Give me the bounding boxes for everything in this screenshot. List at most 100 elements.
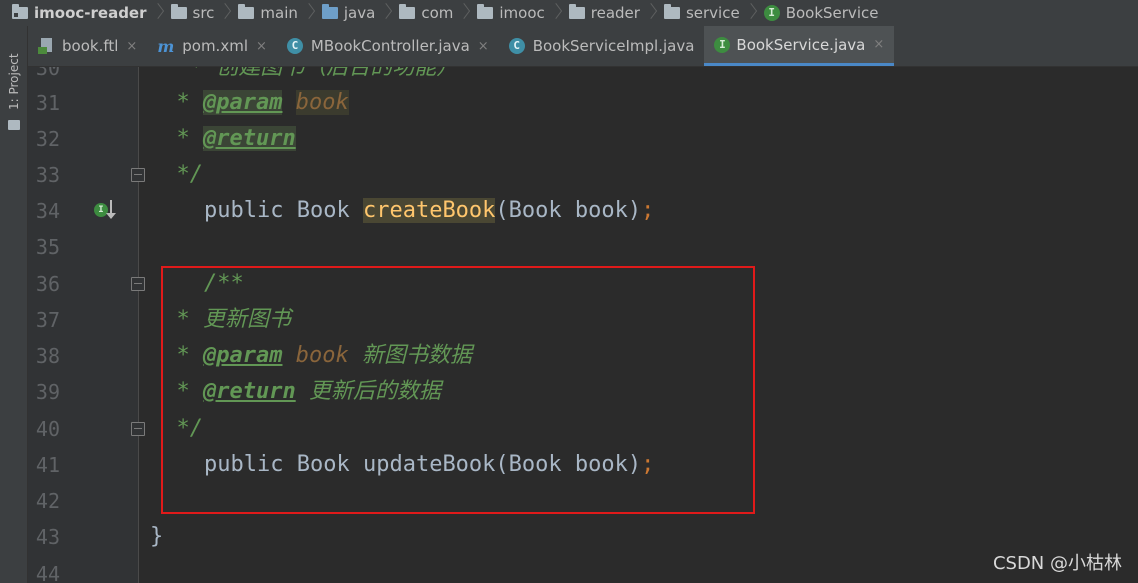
breadcrumb-label: BookService xyxy=(785,4,879,22)
method-name: updateBook xyxy=(362,452,496,477)
breadcrumb-item-imooc[interactable]: imooc xyxy=(471,0,562,26)
code-line: 31 * @param book xyxy=(28,85,1138,121)
tab-mbookcontroller[interactable]: C MBookController.java × xyxy=(277,26,499,66)
breadcrumb-item-reader[interactable]: reader xyxy=(563,0,658,26)
fold-marker-icon[interactable] xyxy=(131,422,145,436)
keyword: public xyxy=(204,452,284,477)
class-icon: C xyxy=(286,38,303,54)
breadcrumb-item-service[interactable]: service xyxy=(658,0,758,26)
watermark: CSDN @小枯林 xyxy=(992,553,1122,574)
breadcrumb-item-java[interactable]: java xyxy=(316,0,393,26)
line-number: 40 xyxy=(35,417,60,441)
line-number: 42 xyxy=(35,489,60,513)
breadcrumb-item-project[interactable]: imooc-reader xyxy=(0,0,165,26)
code-line: 42 xyxy=(28,483,1138,519)
breadcrumb-label: src xyxy=(192,4,215,22)
line-number: 37 xyxy=(35,308,60,332)
close-icon[interactable]: × xyxy=(478,39,489,54)
tab-label: pom.xml xyxy=(182,37,248,55)
javadoc-tag: @return xyxy=(202,126,296,151)
breadcrumb-item-main[interactable]: main xyxy=(232,0,315,26)
doc-comment-text: 更新后的数据 xyxy=(295,379,441,404)
doc-comment-start: /** xyxy=(204,271,244,296)
class-icon: C xyxy=(508,38,525,54)
package-icon xyxy=(399,4,416,19)
code-line: 43 } xyxy=(28,519,1138,555)
code-line: 40 */ xyxy=(28,411,1138,447)
interface-icon: I xyxy=(714,36,731,53)
project-tool-window-button[interactable]: 1: Project xyxy=(3,36,25,146)
doc-comment-end: */ xyxy=(150,162,203,187)
breadcrumb-label: imooc xyxy=(499,4,545,22)
tab-label: BookService.java xyxy=(736,35,866,54)
doc-comment-star: * xyxy=(150,343,203,368)
line-number: 44 xyxy=(35,562,60,583)
line-number: 35 xyxy=(35,235,60,259)
implemented-method-icon[interactable]: I xyxy=(94,200,118,222)
doc-comment-end: */ xyxy=(150,416,203,441)
code-line: 44 xyxy=(28,556,1138,583)
breadcrumb-separator-icon xyxy=(304,0,312,26)
doc-comment-star: * xyxy=(150,126,203,151)
breadcrumb-separator-icon xyxy=(153,0,161,26)
folder-icon xyxy=(238,4,255,19)
doc-comment-star: * xyxy=(150,90,203,115)
line-number: 39 xyxy=(35,380,60,404)
package-icon xyxy=(477,4,494,19)
code-line: 32 * @return xyxy=(28,121,1138,157)
maven-icon: m xyxy=(157,36,175,56)
param-name: book xyxy=(574,198,628,223)
code-line: 30 * 创建图书（后台的功能） xyxy=(28,67,1138,86)
tab-label: MBookController.java xyxy=(310,37,470,55)
doc-comment-text: * 更新图书 xyxy=(150,307,291,332)
tab-pom-xml[interactable]: m pom.xml × xyxy=(147,26,277,66)
breadcrumb-separator-icon xyxy=(746,0,754,26)
breadcrumb-item-bookservice[interactable]: I BookService xyxy=(758,0,883,26)
editor-tab-bar: book.ftl × m pom.xml × C MBookController… xyxy=(28,26,1138,67)
close-icon[interactable]: × xyxy=(256,39,267,54)
fold-marker-icon[interactable] xyxy=(131,277,145,291)
breadcrumb: imooc-reader src main java com imooc rea… xyxy=(0,0,1138,26)
close-icon[interactable]: × xyxy=(873,37,884,52)
tab-label: book.ftl xyxy=(62,37,119,55)
code-editor[interactable]: 30 * 创建图书（后台的功能） 31 * @param book 32 * @… xyxy=(28,67,1138,583)
code-line: 41 public Book updateBook(Book book); xyxy=(28,447,1138,483)
breadcrumb-item-src[interactable]: src xyxy=(165,0,233,26)
breadcrumb-separator-icon xyxy=(459,0,467,26)
code-line: 35 xyxy=(28,229,1138,265)
breadcrumb-label: main xyxy=(260,4,298,22)
line-number: 43 xyxy=(35,525,60,549)
javadoc-param-name: book xyxy=(295,90,349,115)
line-number: 32 xyxy=(35,127,60,151)
close-icon[interactable]: × xyxy=(126,39,137,54)
line-number: 34 xyxy=(35,199,60,223)
tab-book-ftl[interactable]: book.ftl × xyxy=(28,26,147,66)
doc-comment-text: 新图书数据 xyxy=(348,343,472,368)
code-line: 33 */ xyxy=(28,157,1138,193)
line-number: 33 xyxy=(35,163,60,187)
javadoc-tag: @param xyxy=(202,90,283,115)
param-type: Book xyxy=(508,198,562,223)
param-name: book xyxy=(574,452,628,477)
line-number: 41 xyxy=(35,453,60,477)
breadcrumb-item-com[interactable]: com xyxy=(393,0,471,26)
doc-comment-text: * 创建图书（后台的功能） xyxy=(150,67,459,80)
tab-bookserviceimpl[interactable]: C BookServiceImpl.java xyxy=(499,26,705,66)
code-line: 39 * @return 更新后的数据 xyxy=(28,374,1138,410)
ftl-file-icon xyxy=(38,38,54,54)
tab-bookservice[interactable]: I BookService.java × xyxy=(704,26,895,66)
source-folder-icon xyxy=(321,4,338,19)
method-name: createBook xyxy=(362,198,496,223)
fold-marker-icon[interactable] xyxy=(131,168,145,182)
line-number: 31 xyxy=(35,91,60,115)
package-icon xyxy=(568,4,585,19)
tab-label: BookServiceImpl.java xyxy=(532,37,695,55)
javadoc-param-name: book xyxy=(295,343,349,368)
javadoc-tag: @return xyxy=(202,379,296,404)
code-line: 37 * 更新图书 xyxy=(28,302,1138,338)
line-number: 36 xyxy=(35,272,60,296)
doc-comment-star: * xyxy=(150,379,203,404)
folder-icon xyxy=(8,120,20,130)
closing-brace: } xyxy=(150,524,164,549)
breadcrumb-label: service xyxy=(685,4,740,22)
